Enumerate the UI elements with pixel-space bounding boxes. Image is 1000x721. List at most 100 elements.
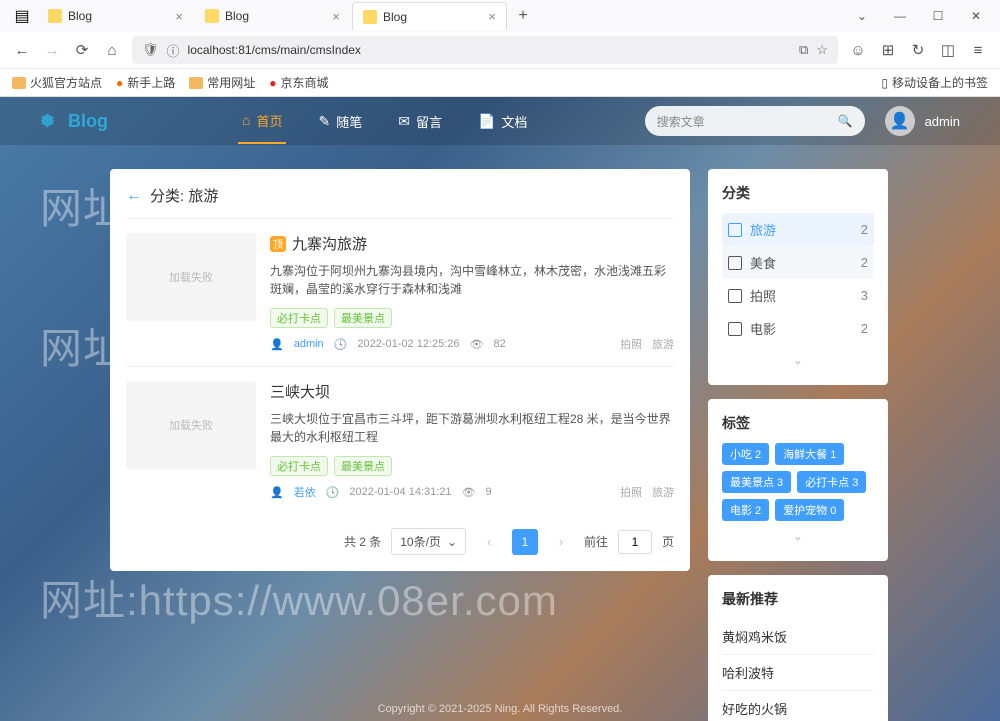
close-icon[interactable]: × bbox=[488, 9, 496, 24]
nav-icon: ⌂ bbox=[242, 112, 250, 128]
book-icon bbox=[728, 223, 742, 237]
category-item[interactable]: 拍照3 bbox=[722, 279, 874, 312]
sidebar-icon[interactable]: ◫ bbox=[938, 40, 958, 60]
folder-icon bbox=[12, 77, 26, 89]
menu-icon[interactable]: ≡ bbox=[968, 40, 988, 60]
article-title[interactable]: 顶 九寨沟旅游 bbox=[270, 233, 674, 254]
page-number-button[interactable]: 1 bbox=[512, 529, 538, 555]
recommend-item[interactable]: 哈利波特 bbox=[722, 654, 874, 690]
folder-icon bbox=[189, 77, 203, 89]
browser-tab-active[interactable]: Blog × bbox=[352, 2, 507, 30]
browser-tab[interactable]: Blog × bbox=[38, 2, 193, 30]
goto-page-input[interactable] bbox=[618, 530, 652, 554]
total-count: 共 2 条 bbox=[344, 533, 381, 550]
search-input[interactable]: 搜索文章 🔍 bbox=[645, 106, 865, 136]
recommend-item[interactable]: 黄焖鸡米饭 bbox=[722, 619, 874, 654]
forward-icon[interactable]: → bbox=[42, 40, 62, 60]
username-label[interactable]: admin bbox=[925, 114, 960, 129]
close-icon[interactable]: × bbox=[332, 9, 340, 24]
tab-title: Blog bbox=[68, 9, 92, 23]
page-size-select[interactable]: 10条/页 ⌄ bbox=[391, 528, 466, 555]
article-date: 2022-01-04 14:31:21 bbox=[349, 486, 451, 498]
tag-cloud-item[interactable]: 海鲜大餐 1 bbox=[775, 443, 844, 465]
tag-cloud-item[interactable]: 最美景点 3 bbox=[722, 471, 791, 493]
article-item[interactable]: 加载失败 三峡大坝 三峡大坝位于宜昌市三斗坪，距下游葛洲坝水利枢纽工程28 米，… bbox=[126, 366, 674, 514]
back-arrow-icon[interactable]: ← bbox=[126, 187, 142, 205]
close-window-icon[interactable]: ✕ bbox=[960, 4, 992, 28]
mobile-bookmarks[interactable]: ▯移动设备上的书签 bbox=[881, 74, 988, 91]
article-category[interactable]: 拍照 bbox=[620, 336, 642, 352]
article-thumbnail: 加载失败 bbox=[126, 381, 256, 469]
mobile-icon: ▯ bbox=[881, 76, 888, 90]
eye-icon: 👁 bbox=[470, 338, 484, 351]
article-category[interactable]: 旅游 bbox=[652, 484, 674, 500]
article-category[interactable]: 旅游 bbox=[652, 336, 674, 352]
nav-icon: ✉ bbox=[398, 113, 410, 130]
tab-title: Blog bbox=[225, 9, 249, 23]
browser-tab[interactable]: Blog × bbox=[195, 2, 350, 30]
search-icon[interactable]: 🔍 bbox=[838, 114, 853, 128]
category-item[interactable]: 电影2 bbox=[722, 312, 874, 345]
tab-title: Blog bbox=[383, 10, 407, 24]
category-item[interactable]: 美食2 bbox=[722, 246, 874, 279]
nav-icon: ✎ bbox=[318, 113, 330, 130]
maximize-icon[interactable]: ☐ bbox=[922, 4, 954, 28]
article-item[interactable]: 加载失败 顶 九寨沟旅游 九寨沟位于阿坝州九寨沟县境内，沟中雪峰林立，林木茂密，… bbox=[126, 218, 674, 366]
footer-copyright: Copyright © 2021-2025 Ning. All Rights R… bbox=[0, 703, 1000, 715]
chevron-down-icon[interactable]: ⌄ bbox=[846, 4, 878, 28]
category-item[interactable]: 旅游2 bbox=[722, 213, 874, 246]
logo-icon: ❅ bbox=[40, 111, 60, 131]
eye-icon: 👁 bbox=[462, 486, 476, 499]
site-logo[interactable]: ❅ Blog bbox=[40, 111, 108, 132]
reader-icon[interactable]: ⧉ bbox=[799, 42, 808, 58]
article-date: 2022-01-02 12:25:26 bbox=[357, 338, 459, 350]
chevron-down-icon: ⌄ bbox=[793, 529, 803, 543]
article-author[interactable]: 若依 bbox=[294, 484, 316, 500]
search-placeholder: 搜索文章 bbox=[657, 113, 705, 130]
article-tag[interactable]: 最美景点 bbox=[334, 308, 392, 328]
bookmark-item[interactable]: 火狐官方站点 bbox=[12, 74, 102, 91]
avatar[interactable]: 👤 bbox=[885, 106, 915, 136]
bookmark-item[interactable]: ●新手上路 bbox=[116, 74, 175, 91]
close-icon[interactable]: × bbox=[175, 9, 183, 24]
article-tag[interactable]: 最美景点 bbox=[334, 456, 392, 476]
bookmark-item[interactable]: ●京东商城 bbox=[269, 74, 328, 91]
extensions-icon[interactable]: ⊞ bbox=[878, 40, 898, 60]
account-icon[interactable]: ☺ bbox=[848, 40, 868, 60]
url-text: localhost:81/cms/main/cmsIndex bbox=[188, 43, 361, 57]
book-icon bbox=[728, 289, 742, 303]
tag-cloud-item[interactable]: 小吃 2 bbox=[722, 443, 769, 465]
article-views: 9 bbox=[486, 486, 492, 498]
home-icon[interactable]: ⌂ bbox=[102, 40, 122, 60]
chevron-down-icon: ⌄ bbox=[793, 353, 803, 367]
tag-cloud-item[interactable]: 电影 2 bbox=[722, 499, 769, 521]
minimize-icon[interactable]: — bbox=[884, 4, 916, 28]
favicon-icon bbox=[48, 9, 62, 23]
tag-cloud-item[interactable]: 爱护宠物 0 bbox=[775, 499, 844, 521]
category-count: 2 bbox=[861, 222, 868, 237]
bookmark-star-icon[interactable]: ☆ bbox=[816, 42, 828, 58]
bookmark-item[interactable]: 常用网址 bbox=[189, 74, 255, 91]
back-icon[interactable]: ← bbox=[12, 40, 32, 60]
tag-cloud-item[interactable]: 必打卡点 3 bbox=[797, 471, 866, 493]
article-author[interactable]: admin bbox=[294, 338, 324, 350]
nav-item-3[interactable]: 📄文档 bbox=[474, 99, 531, 144]
library-icon[interactable]: ↻ bbox=[908, 40, 928, 60]
article-tag[interactable]: 必打卡点 bbox=[270, 456, 328, 476]
nav-item-0[interactable]: ⌂首页 bbox=[238, 99, 286, 144]
expand-categories[interactable]: ⌄ bbox=[722, 349, 874, 371]
clock-icon: 🕓 bbox=[326, 486, 340, 499]
prev-page-button[interactable]: ‹ bbox=[476, 529, 502, 555]
category-count: 2 bbox=[861, 321, 868, 336]
sidebar-toggle-icon[interactable]: ▤ bbox=[8, 4, 36, 28]
new-tab-button[interactable]: + bbox=[509, 7, 537, 25]
article-tag[interactable]: 必打卡点 bbox=[270, 308, 328, 328]
reload-icon[interactable]: ⟳ bbox=[72, 40, 92, 60]
article-category[interactable]: 拍照 bbox=[620, 484, 642, 500]
article-title[interactable]: 三峡大坝 bbox=[270, 381, 674, 402]
nav-item-1[interactable]: ✎随笔 bbox=[314, 99, 366, 144]
next-page-button[interactable]: › bbox=[548, 529, 574, 555]
address-bar[interactable]: 🛡 ⓘ localhost:81/cms/main/cmsIndex ⧉ ☆ bbox=[132, 36, 838, 64]
nav-item-2[interactable]: ✉留言 bbox=[394, 99, 446, 144]
expand-tags[interactable]: ⌄ bbox=[722, 525, 874, 547]
